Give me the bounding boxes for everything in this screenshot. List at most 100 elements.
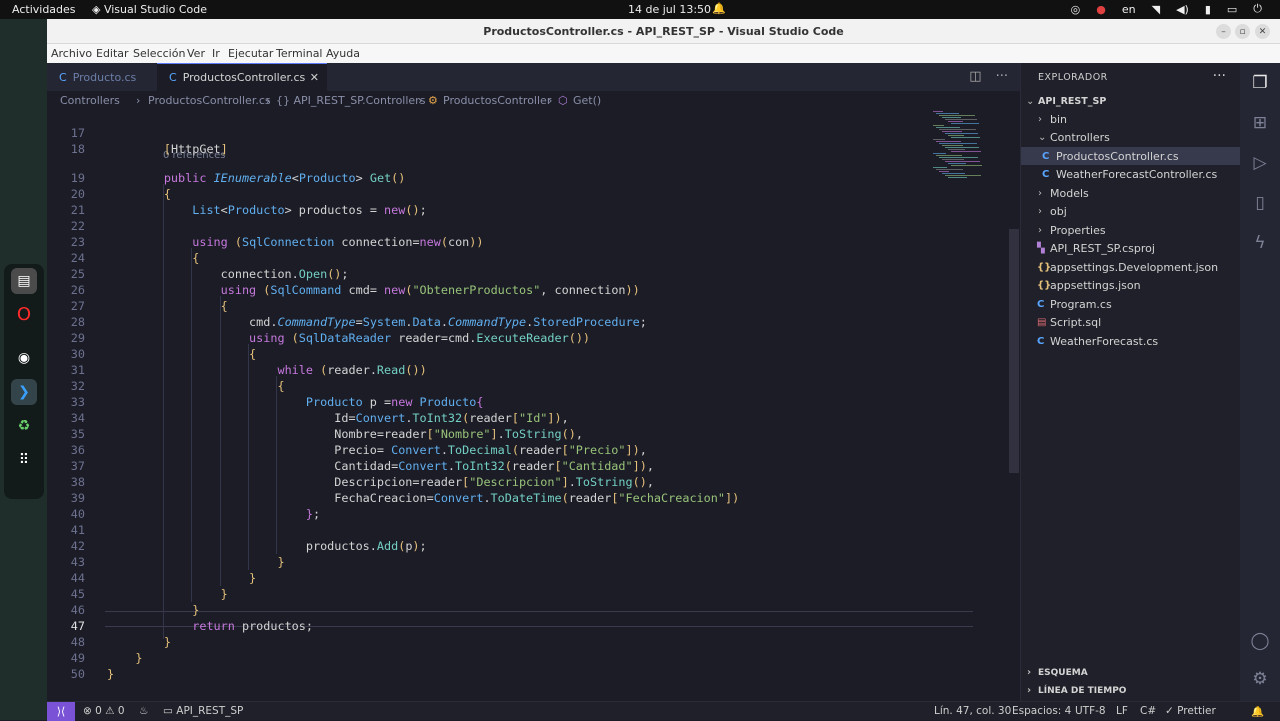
cursor-position[interactable]: Lín. 47, col. 30 <box>934 705 1011 717</box>
tree-item[interactable]: {} appsettings.json <box>1021 277 1240 295</box>
app-menu[interactable]: ◈ Visual Studio Code <box>92 3 207 16</box>
obs-icon[interactable]: ◉ <box>11 345 37 371</box>
notifications-icon[interactable]: 🔔 <box>1251 705 1264 718</box>
thunder-client-icon[interactable]: ϟ <box>1248 231 1272 255</box>
code-line[interactable]: 46 } <box>47 602 972 618</box>
breadcrumb-namespace[interactable]: {} API_REST_SP.Controllers <box>276 94 425 107</box>
tree-item[interactable]: C WeatherForecastController.cs <box>1021 166 1240 184</box>
menu-archivo[interactable]: Archivo <box>51 47 92 60</box>
close-window-icon[interactable]: ✕ <box>1255 24 1270 39</box>
menu-ejecutar[interactable]: Ejecutar <box>228 47 273 60</box>
tree-item[interactable]: {} appsettings.Development.json <box>1021 258 1240 276</box>
files-icon[interactable]: ▤ <box>11 268 37 294</box>
editor-scrollbar[interactable] <box>1009 229 1019 473</box>
more-actions-icon[interactable]: ··· <box>996 69 1008 84</box>
menu-editar[interactable]: Editar <box>96 47 129 60</box>
breadcrumb-method[interactable]: Get() <box>573 94 601 107</box>
tree-item[interactable]: C ProductosController.cs <box>1021 147 1240 165</box>
menu-ver[interactable]: Ver <box>187 47 205 60</box>
power-icon[interactable]: ⏻ <box>1253 2 1262 16</box>
code-line[interactable]: 25 connection.Open(); <box>47 266 972 282</box>
code-line[interactable]: 31 while (reader.Read()) <box>47 362 972 378</box>
maximize-icon[interactable]: ▫ <box>1235 24 1250 39</box>
end-of-line[interactable]: LF <box>1116 705 1128 717</box>
tray-app-icon[interactable]: ● <box>1096 3 1106 16</box>
extensions-icon[interactable]: ⊞ <box>1248 111 1272 135</box>
code-line[interactable]: 17 <box>47 125 972 141</box>
code-line[interactable]: 48 } <box>47 634 972 650</box>
code-line[interactable]: 19 public IEnumerable<Producto> Get() <box>47 170 972 186</box>
code-line[interactable]: 34 Id=Convert.ToInt32(reader["Id"]), <box>47 410 972 426</box>
code-line[interactable]: 43 } <box>47 554 972 570</box>
breadcrumb-class[interactable]: ProductosController <box>443 94 551 107</box>
menu-ir[interactable]: Ir <box>212 47 220 60</box>
indentation[interactable]: Espacios: 4 <box>1012 705 1071 717</box>
minimize-icon[interactable]: – <box>1216 24 1231 39</box>
code-line[interactable]: 22 <box>47 218 972 234</box>
tree-item[interactable]: › Models <box>1021 184 1240 202</box>
close-tab-icon[interactable]: ✕ <box>310 71 319 84</box>
flame-icon[interactable]: ♨ <box>139 705 148 717</box>
code-line[interactable]: 20 { <box>47 186 972 202</box>
tree-item[interactable]: ⌄ Controllers <box>1021 129 1240 147</box>
code-line[interactable]: 28 cmd.CommandType=System.Data.CommandTy… <box>47 314 972 330</box>
code-line[interactable]: 26 using (SqlCommand cmd= new("ObtenerPr… <box>47 282 972 298</box>
code-line[interactable]: 37 Cantidad=Convert.ToInt32(reader["Cant… <box>47 458 972 474</box>
code-line[interactable]: 30 { <box>47 346 972 362</box>
run-debug-icon[interactable]: ▷ <box>1248 151 1272 175</box>
volume-icon[interactable]: ◀) <box>1176 3 1189 16</box>
tree-item[interactable]: ▚ API_REST_SP.csproj <box>1021 240 1240 258</box>
code-line[interactable]: 49 } <box>47 650 972 666</box>
code-line[interactable]: 23 using (SqlConnection connection=new(c… <box>47 234 972 250</box>
code-line[interactable]: 41 <box>47 522 972 538</box>
code-line[interactable]: 38 Descripcion=reader["Descripcion"].ToS… <box>47 474 972 490</box>
explorer-root[interactable]: ⌄ API_REST_SP <box>1021 92 1240 110</box>
chrome-tray-icon[interactable]: ◎ <box>1071 3 1081 16</box>
breadcrumb-file[interactable]: ProductosController.cs <box>148 94 271 107</box>
explorer-more-icon[interactable]: ··· <box>1213 68 1226 84</box>
split-editor-icon[interactable]: ◫ <box>969 69 981 84</box>
code-line[interactable]: 45 } <box>47 586 972 602</box>
code-line[interactable]: 40 }; <box>47 506 972 522</box>
vscode-icon[interactable]: ❯ <box>11 379 37 405</box>
code-line[interactable]: 47 return productos; <box>47 618 972 634</box>
opera-icon[interactable]: O <box>11 301 37 327</box>
menu-ayuda[interactable]: Ayuda <box>326 47 360 60</box>
clock[interactable]: 14 de jul 13:50 <box>628 3 711 16</box>
tree-item[interactable]: C Program.cs <box>1021 295 1240 313</box>
tree-item[interactable]: › bin <box>1021 110 1240 128</box>
battery-icon[interactable]: ▭ <box>1227 3 1237 16</box>
tree-item[interactable]: C WeatherForecast.cs <box>1021 332 1240 350</box>
code-line[interactable]: 21 List<Producto> productos = new(); <box>47 202 972 218</box>
problems-indicator[interactable]: ⊗ 0 ⚠ 0 <box>83 705 125 717</box>
language-mode[interactable]: C# <box>1140 705 1156 717</box>
bell-icon[interactable]: 🔔 <box>712 2 726 15</box>
code-line[interactable]: 50} <box>47 666 972 682</box>
code-line[interactable]: 29 using (SqlDataReader reader=cmd.Execu… <box>47 330 972 346</box>
code-line[interactable]: 42 productos.Add(p); <box>47 538 972 554</box>
tree-item[interactable]: › Properties <box>1021 221 1240 239</box>
tree-item[interactable]: ▤ Script.sql <box>1021 314 1240 332</box>
account-icon[interactable]: ◯ <box>1248 629 1272 653</box>
project-indicator[interactable]: ▭ API_REST_SP <box>163 705 243 717</box>
code-line[interactable]: 27 { <box>47 298 972 314</box>
tab-productoscontroller[interactable]: C ProductosController.cs ✕ <box>157 63 327 91</box>
window-title-bar[interactable]: ProductosController.cs - API_REST_SP - V… <box>47 19 1280 44</box>
encoding[interactable]: UTF-8 <box>1075 705 1106 717</box>
recycle-icon[interactable]: ♻ <box>11 413 37 439</box>
breadcrumb-folder[interactable]: Controllers <box>60 94 120 107</box>
explorer-files-icon[interactable]: ❐ <box>1248 71 1272 95</box>
code-line[interactable]: 35 Nombre=reader["Nombre"].ToString(), <box>47 426 972 442</box>
prettier-status[interactable]: ✓ Prettier <box>1165 705 1216 717</box>
code-line[interactable]: 36 Precio= Convert.ToDecimal(reader["Pre… <box>47 442 972 458</box>
settings-gear-icon[interactable]: ⚙ <box>1248 667 1272 691</box>
minimap[interactable] <box>927 111 1007 191</box>
code-line[interactable]: 24 { <box>47 250 972 266</box>
app-grid-icon[interactable]: ⠿ <box>11 447 37 473</box>
outline-section[interactable]: › ESQUEMA <box>1021 665 1240 683</box>
code-line[interactable]: 18 [HttpGet] <box>47 141 972 157</box>
remote-indicator-icon[interactable]: ⟩⟨ <box>47 702 75 721</box>
code-line[interactable]: 39 FechaCreacion=Convert.ToDateTime(read… <box>47 490 972 506</box>
remote-explorer-icon[interactable]: ▯ <box>1248 191 1272 215</box>
menu-seleccion[interactable]: Selección <box>133 47 185 60</box>
